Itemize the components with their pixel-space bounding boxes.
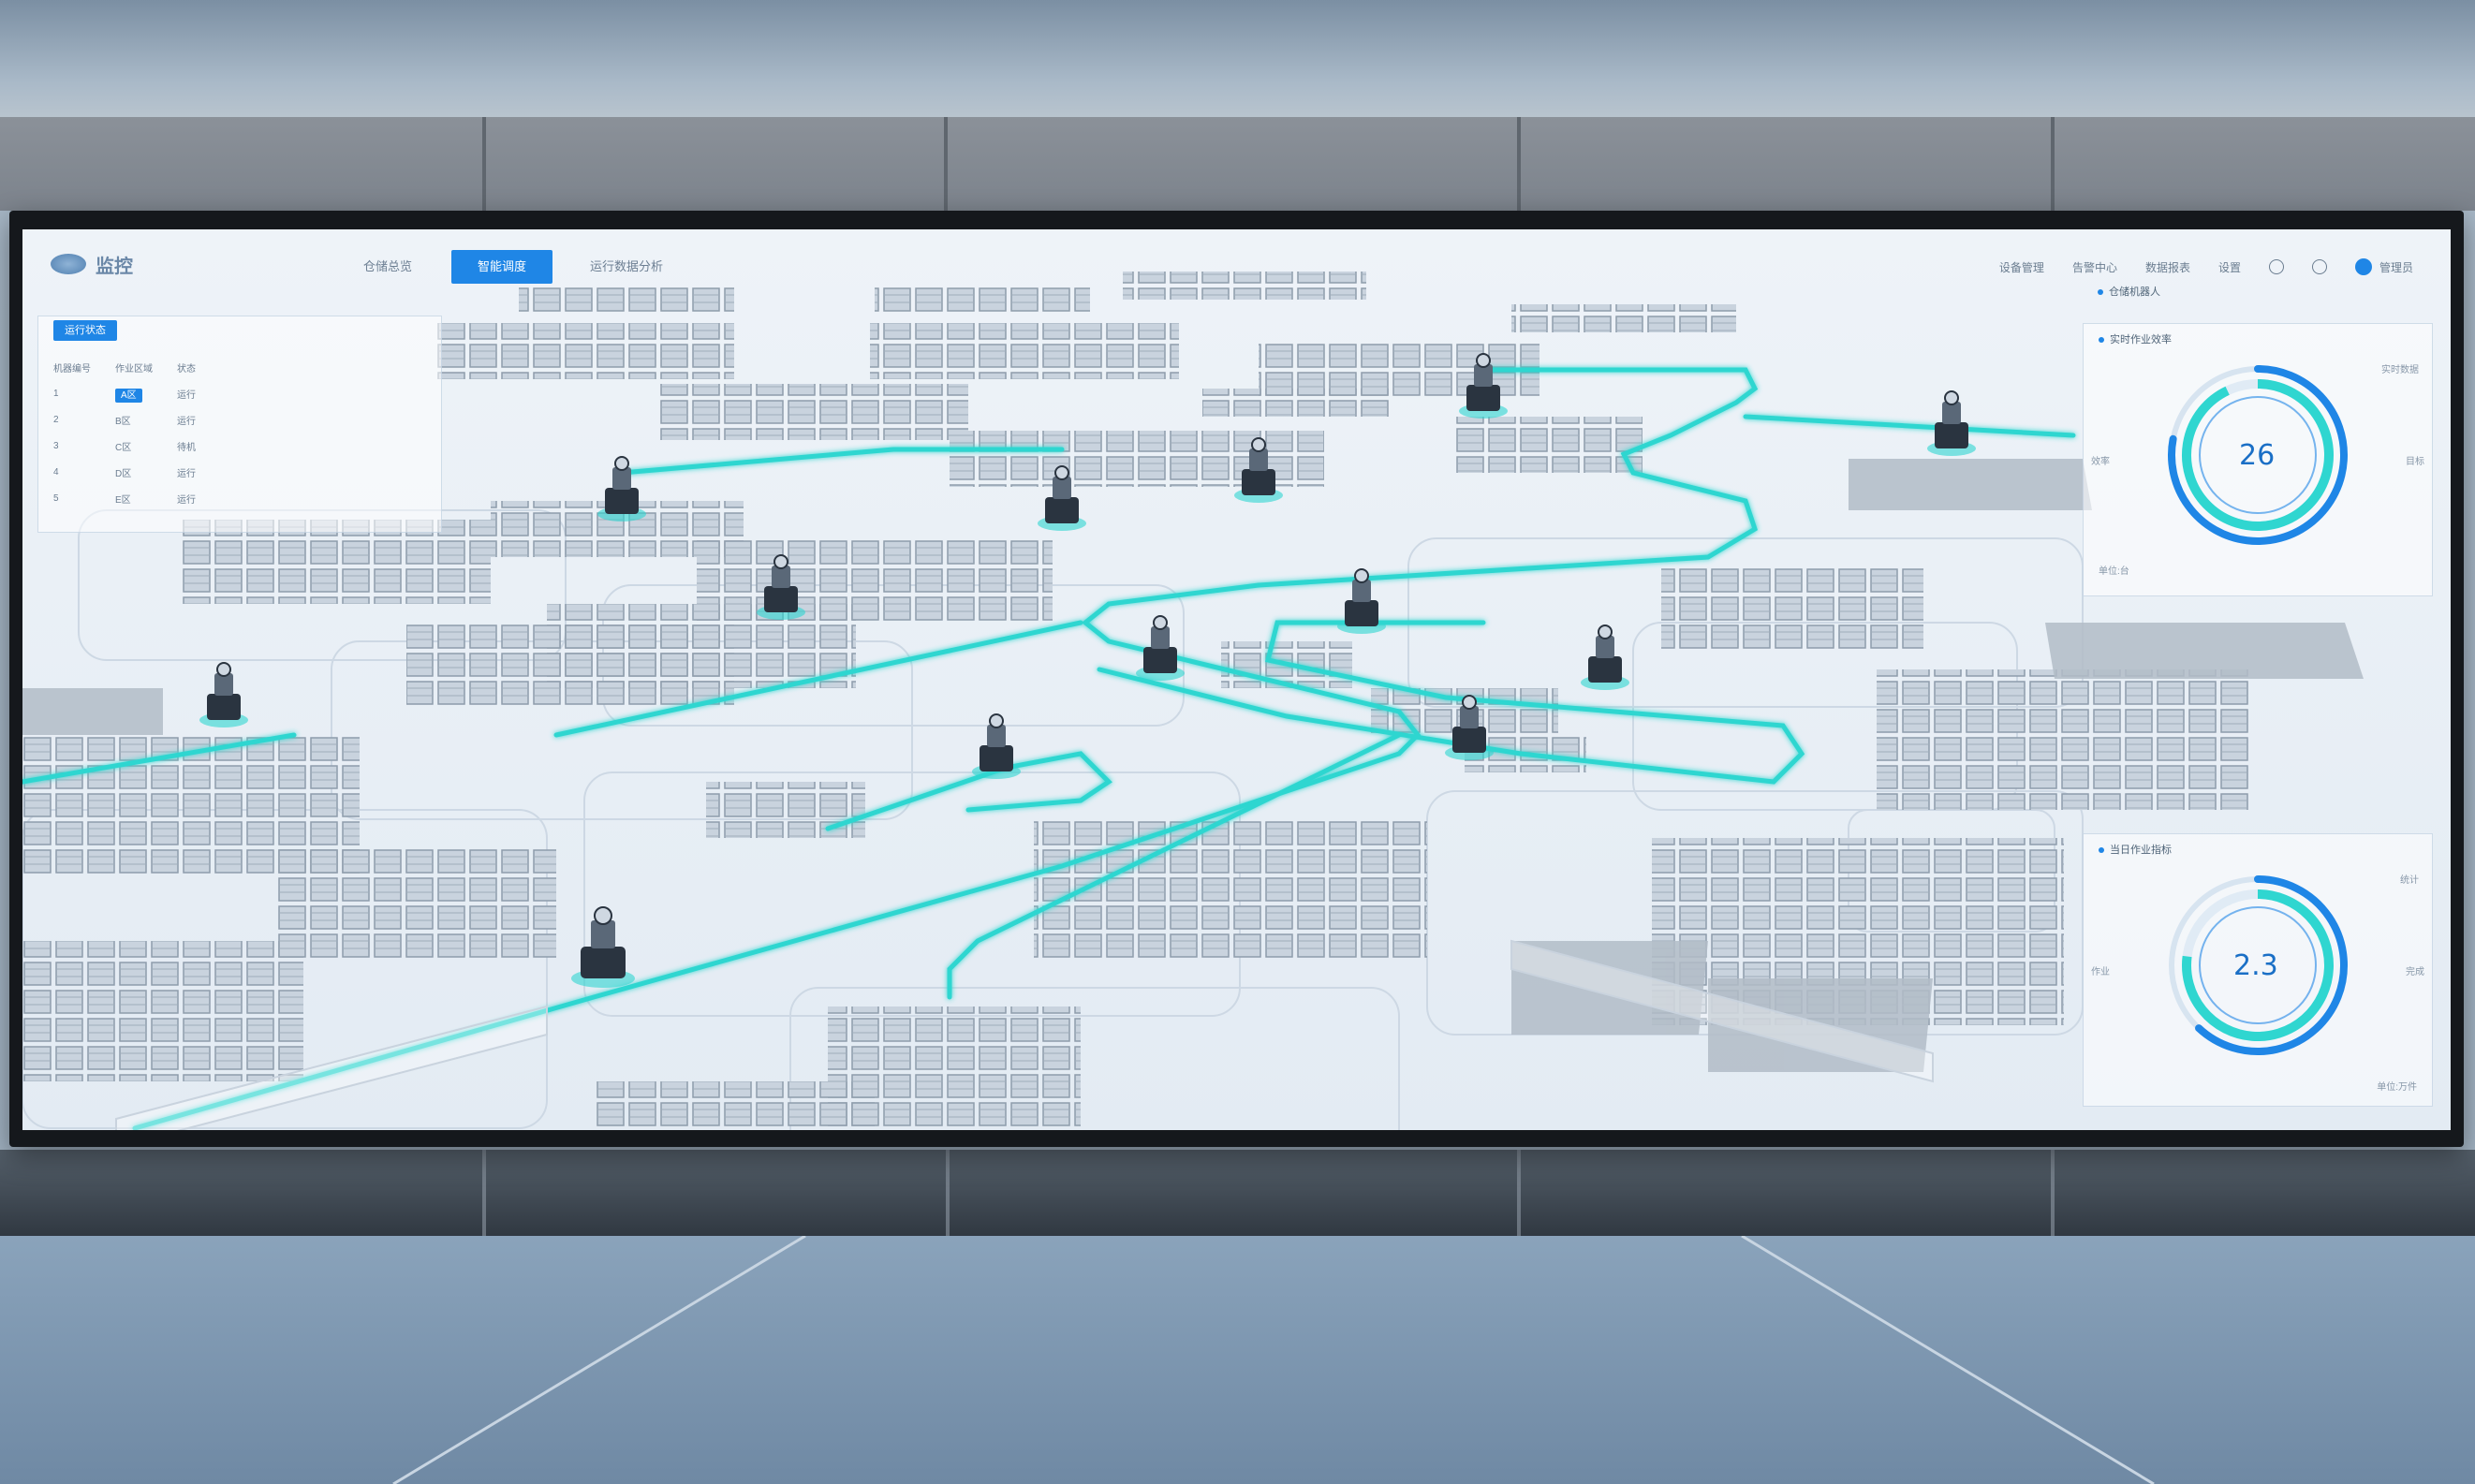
cell: B区 [115,416,131,427]
alarm-menu[interactable]: 告警中心 [2072,259,2117,275]
gauge-panel-daily: 当日作业指标 统计 2.3 作业 完成 单位:万件 [2083,833,2433,1107]
logo-icon [51,254,86,274]
user-name: 管理员 [2379,260,2413,274]
robot-icon [1581,624,1629,690]
table-row[interactable]: 5 E区 运行 [53,485,220,511]
wall-joint [944,117,948,211]
table-row[interactable]: 3 C区 待机 [53,433,220,459]
robot-icon [597,456,646,522]
gauge-title: 实时作业效率 [2099,331,2172,346]
cell: 4 [53,466,59,478]
cell: D区 [115,468,132,479]
device-menu[interactable]: 设备管理 [1999,259,2044,275]
cell: 运行 [177,494,196,506]
gauge-legend: 实时数据 [2381,365,2419,375]
gauge-section-header: 仓储机器人 [2083,284,2431,301]
status-panel-title: 运行状态 [53,320,117,341]
gauge-value: 2.3 [2233,949,2278,982]
glass-separator [2051,1150,2055,1239]
cell: 运行 [177,389,196,401]
logo: 监控 [51,250,191,278]
tab-overview[interactable]: 仓储总览 [331,250,444,284]
cell: E区 [115,494,131,506]
glass-separator [482,1150,486,1239]
bell-icon[interactable] [2311,259,2327,274]
gauge-left-label: 作业 [2091,967,2110,977]
robot-icon [972,713,1021,779]
user-area[interactable]: 管理员 [2354,258,2413,275]
highlight-cell: A区 [115,388,142,403]
tab-dispatch[interactable]: 智能调度 [451,250,552,284]
glass-separator [946,1150,950,1239]
table-row[interactable]: 1 A区 运行 [53,380,220,406]
floor-lines [392,1236,2155,1484]
wall-joint [482,117,486,211]
display-monitor: 监控 仓储总览 智能调度 运行数据分析 设备管理 告警中心 数据报表 设置 管理… [9,211,2464,1147]
settings-menu[interactable]: 设置 [2218,259,2241,275]
wall-panel [0,117,2475,211]
tab-analysis[interactable]: 运行数据分析 [566,250,687,284]
cell: 2 [53,414,59,425]
gauge-footer: 单位:台 [2099,566,2129,577]
robot-icon [199,662,248,727]
cell: 运行 [177,468,196,479]
ceiling [0,0,2475,117]
floor [0,1236,2475,1484]
wall-joint [2051,117,2055,211]
avatar[interactable] [2354,258,2372,275]
gauge-title: 当日作业指标 [2099,842,2172,857]
status-table: 机器编号 作业区域 状态 1 A区 运行 2 B区 运行 3 C区 待机 4 D… [53,354,220,511]
table-row[interactable]: 2 B区 运行 [53,406,220,433]
clock-icon[interactable] [2268,259,2284,274]
cell: A区 [115,380,177,406]
column-header: 机器编号 [53,363,91,375]
gauge-panel-efficiency: 实时作业效率 实时数据 26 效率 目标 单位:台 [2083,323,2433,596]
gauge-section-title: 仓储机器人 [2098,284,2160,299]
cell: C区 [115,442,132,453]
wall-joint [1517,117,1521,211]
glass-railing [0,1150,2475,1239]
column-header: 作业区域 [115,363,153,375]
gauge-right-label: 目标 [2406,457,2424,467]
robot-icon [571,906,635,988]
column-header: 状态 [177,363,196,375]
gauge-left-label: 效率 [2091,457,2110,467]
glass-separator [1517,1150,1521,1239]
logo-text: 监控 [96,256,133,277]
table-header-row: 机器编号 作业区域 状态 [53,354,220,380]
cell: 5 [53,492,59,504]
gauge-legend: 统计 [2400,875,2419,886]
cell: 运行 [177,416,196,427]
cell: 待机 [177,442,196,453]
header-actions: 设备管理 告警中心 数据报表 设置 管理员 [1999,250,2413,284]
cell: 1 [53,388,59,399]
report-menu[interactable]: 数据报表 [2145,259,2190,275]
cell: 3 [53,440,59,451]
status-panel: 运行状态 机器编号 作业区域 状态 1 A区 运行 2 B区 运行 3 C区 待… [37,316,442,533]
gauge-right-label: 完成 [2406,967,2424,977]
table-row[interactable]: 4 D区 运行 [53,459,220,485]
robot-icon [1927,390,1976,456]
dashboard-screen: 监控 仓储总览 智能调度 运行数据分析 设备管理 告警中心 数据报表 设置 管理… [22,229,2451,1130]
gauge-footer: 单位:万件 [2377,1082,2417,1093]
gauge-value: 26 [2239,439,2276,472]
